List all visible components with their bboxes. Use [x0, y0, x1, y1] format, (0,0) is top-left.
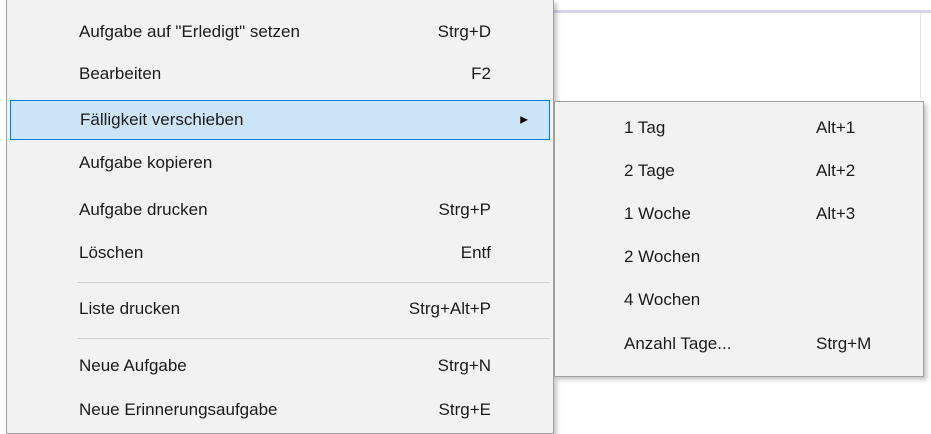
triangle-right-icon: ▶ — [520, 114, 528, 126]
menu-item-label: Bearbeiten — [79, 64, 162, 83]
submenu-item-4-weeks[interactable]: 4 Wochen — [558, 280, 920, 320]
menu-separator — [77, 282, 550, 283]
menu-item-label: 2 Wochen — [624, 247, 701, 266]
menu-item-shortcut: Strg+N — [437, 356, 491, 375]
menu-item-label: Fälligkeit verschieben — [80, 110, 244, 129]
menu-item-shortcut: Strg+Alt+P — [408, 299, 491, 318]
background-window-border — [920, 13, 921, 98]
menu-item-label: Liste drucken — [79, 299, 181, 318]
menu-item-label: 2 Tage — [624, 161, 675, 180]
menu-item-print-list[interactable]: Liste drucken Strg+Alt+P — [10, 289, 550, 329]
menu-item-label: Aufgabe kopieren — [79, 153, 213, 172]
menu-item-shortcut: Strg+P — [438, 200, 491, 219]
menu-item-shortcut: Alt+3 — [816, 204, 856, 223]
submenu-item-2-days[interactable]: 2 Tage Alt+2 — [558, 151, 920, 191]
menu-item-shortcut: Alt+2 — [816, 161, 856, 180]
submenu-item-1-day[interactable]: 1 Tag Alt+1 — [558, 108, 920, 148]
menu-item-shortcut: F2 — [471, 64, 491, 83]
menu-item-new-reminder-task[interactable]: Neue Erinnerungsaufgabe Strg+E — [10, 390, 550, 430]
menu-item-label: 1 Tag — [624, 118, 666, 137]
submenu-item-1-week[interactable]: 1 Woche Alt+3 — [558, 194, 920, 234]
menu-item-shortcut: Alt+1 — [816, 118, 856, 137]
menu-item-edit[interactable]: Bearbeiten F2 — [10, 54, 550, 94]
menu-item-label: 1 Woche — [624, 204, 691, 223]
context-menu: Aufgabe auf "Erledigt" setzen Strg+D Bea… — [6, 0, 554, 434]
postpone-submenu: 1 Tag Alt+1 2 Tage Alt+2 1 Woche Alt+3 2… — [554, 101, 924, 377]
menu-item-shortcut: Strg+D — [437, 22, 491, 41]
menu-item-label: Anzahl Tage... — [624, 334, 732, 353]
menu-item-mark-done[interactable]: Aufgabe auf "Erledigt" setzen Strg+D — [10, 12, 550, 52]
menu-item-copy-task[interactable]: Aufgabe kopieren — [10, 143, 550, 183]
menu-separator — [77, 338, 550, 339]
menu-item-print-task[interactable]: Aufgabe drucken Strg+P — [10, 190, 550, 230]
background-window-title-edge — [552, 10, 931, 13]
menu-item-shortcut: Strg+M — [816, 334, 872, 353]
menu-item-postpone-due-date[interactable]: Fälligkeit verschieben ▶ — [10, 100, 550, 140]
menu-item-shortcut: Strg+E — [438, 400, 491, 419]
menu-item-label: Neue Aufgabe — [79, 356, 187, 375]
submenu-item-2-weeks[interactable]: 2 Wochen — [558, 237, 920, 277]
menu-item-label: Aufgabe auf "Erledigt" setzen — [79, 22, 300, 41]
menu-item-label: 4 Wochen — [624, 290, 701, 309]
menu-item-label: Aufgabe drucken — [79, 200, 208, 219]
menu-item-shortcut: Entf — [460, 243, 491, 262]
menu-item-new-task[interactable]: Neue Aufgabe Strg+N — [10, 346, 550, 386]
menu-item-label: Löschen — [79, 243, 144, 262]
submenu-item-number-of-days[interactable]: Anzahl Tage... Strg+M — [558, 324, 920, 364]
menu-item-label: Neue Erinnerungsaufgabe — [79, 400, 278, 419]
menu-item-delete[interactable]: Löschen Entf — [10, 233, 550, 273]
